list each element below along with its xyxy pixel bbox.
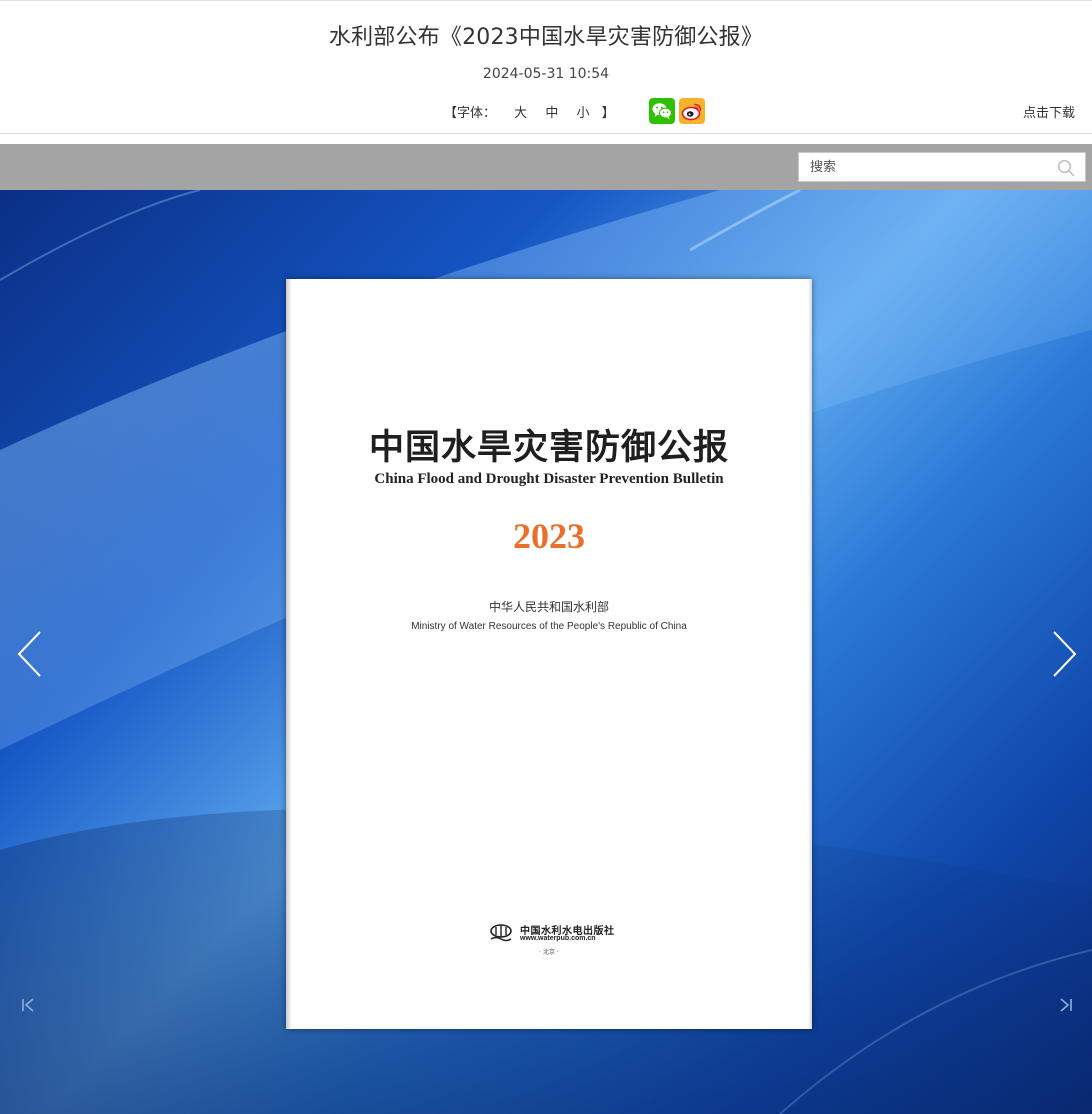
publisher-city: · 北京 · xyxy=(539,949,559,956)
publisher-logo-icon xyxy=(490,924,512,942)
cover-year: 2023 xyxy=(513,516,585,556)
search-icon[interactable] xyxy=(1057,159,1075,177)
font-size-bracket: 】 xyxy=(601,106,615,121)
search-box xyxy=(798,152,1086,182)
page-edge xyxy=(808,279,812,1029)
article-title: 水利部公布《2023中国水旱灾害防御公报》 xyxy=(328,25,764,50)
font-size-small-button[interactable]: 小 xyxy=(576,102,589,121)
download-link[interactable]: 点击下载 xyxy=(1023,102,1075,121)
wechat-share-button[interactable] xyxy=(649,98,675,124)
prev-page-button[interactable] xyxy=(15,629,45,679)
wechat-icon xyxy=(652,103,672,120)
search-input[interactable] xyxy=(799,153,1049,181)
cover-title-english: China Flood and Drought Disaster Prevent… xyxy=(374,471,724,487)
publisher-url: www.waterpub.com.cn xyxy=(520,935,596,942)
font-size-control: 【字体： 大 中 小 】 xyxy=(444,102,615,121)
font-size-label: 【字体： xyxy=(444,106,497,121)
weibo-icon xyxy=(681,103,702,121)
cover-title-chinese: 中国水旱灾害防御公报 xyxy=(368,427,729,468)
cover-page: 中国水旱灾害防御公报 China Flood and Drought Disas… xyxy=(286,279,812,1029)
next-page-button[interactable] xyxy=(1049,629,1079,679)
article-header: 水利部公布《2023中国水旱灾害防御公报》 2024-05-31 10:54 【… xyxy=(0,0,1092,134)
font-size-medium-button[interactable]: 中 xyxy=(545,102,558,121)
font-size-large-button[interactable]: 大 xyxy=(514,102,527,121)
last-page-button[interactable] xyxy=(1058,997,1074,1013)
page-spine xyxy=(286,279,292,1029)
first-page-button[interactable] xyxy=(20,997,36,1013)
article-date: 2024-05-31 10:54 xyxy=(482,66,610,82)
cover-ministry-chinese: 中华人民共和国水利部 xyxy=(488,600,609,614)
weibo-share-button[interactable] xyxy=(679,98,705,124)
cover-ministry-english: Ministry of Water Resources of the Peopl… xyxy=(411,621,687,632)
